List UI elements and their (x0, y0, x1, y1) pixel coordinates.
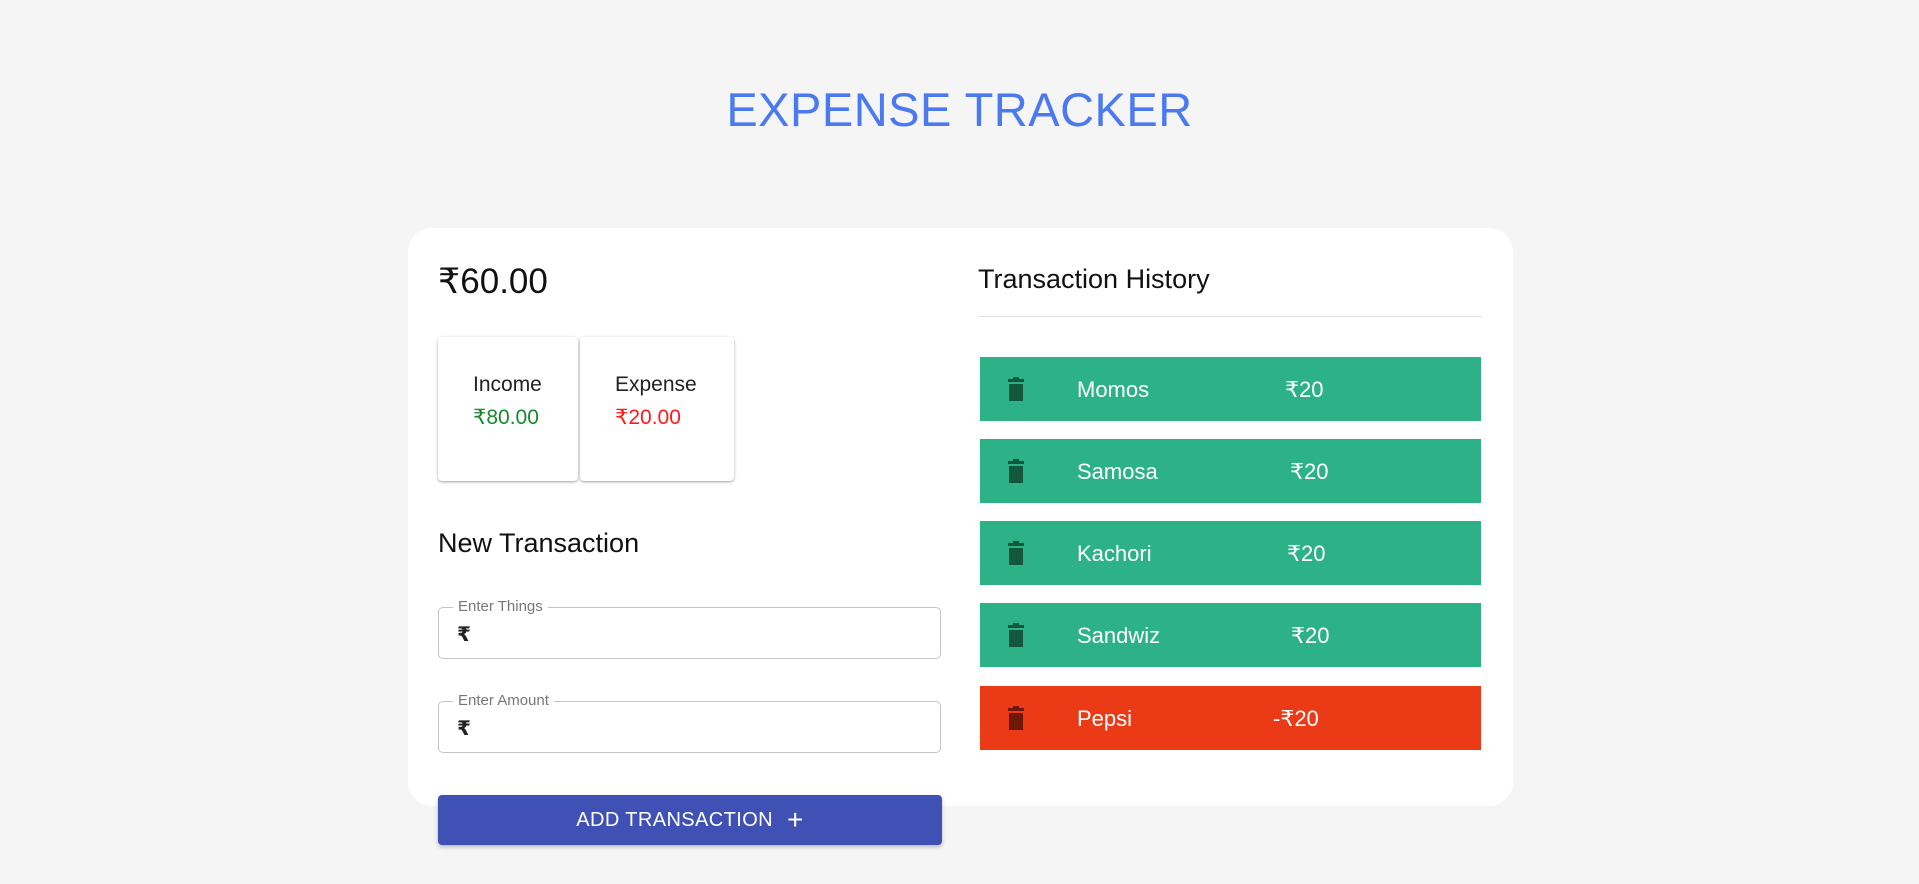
transaction-amount: -₹20 (1273, 706, 1319, 731)
trash-icon[interactable] (1006, 541, 1026, 565)
things-input[interactable] (483, 618, 927, 650)
expense-value: ₹20.00 (615, 406, 681, 429)
transaction-row: Momos ₹20 (980, 357, 1481, 421)
new-transaction-title: New Transaction (438, 528, 640, 558)
transaction-row: Kachori ₹20 (980, 521, 1481, 585)
income-value: ₹80.00 (473, 406, 539, 429)
rupee-icon: ₹ (457, 624, 471, 646)
add-transaction-label: ADD TRANSACTION (576, 808, 773, 831)
transaction-row: Samosa ₹20 (980, 439, 1481, 503)
amount-field: Enter Amount ₹ (438, 692, 941, 753)
page-title: EXPENSE TRACKER (726, 83, 1193, 136)
trash-icon[interactable] (1006, 459, 1026, 483)
transaction-name: Kachori (1077, 541, 1152, 566)
add-transaction-button[interactable]: ADD TRANSACTION + (438, 795, 942, 845)
transaction-row: Pepsi -₹20 (980, 686, 1481, 750)
balance-amount: ₹60.00 (438, 262, 548, 301)
transaction-amount: ₹20 (1291, 623, 1330, 648)
trash-icon[interactable] (1006, 706, 1026, 730)
expense-box: Expense ₹20.00 (580, 337, 734, 481)
amount-input[interactable] (483, 712, 927, 744)
transaction-amount: ₹20 (1285, 377, 1324, 402)
transaction-amount: ₹20 (1290, 459, 1329, 484)
transaction-name: Samosa (1077, 459, 1158, 484)
expense-label: Expense (615, 373, 697, 396)
rupee-icon: ₹ (457, 718, 471, 740)
trash-icon[interactable] (1006, 377, 1026, 401)
history-divider (978, 316, 1482, 317)
amount-field-label: Enter Amount (453, 692, 554, 710)
income-box: Income ₹80.00 (438, 337, 578, 481)
history-title: Transaction History (978, 264, 1210, 294)
things-field-label: Enter Things (453, 598, 548, 616)
trash-icon[interactable] (1006, 623, 1026, 647)
transaction-amount: ₹20 (1287, 541, 1326, 566)
transaction-name: Pepsi (1077, 706, 1133, 731)
transaction-name: Momos (1077, 377, 1150, 402)
things-field: Enter Things ₹ (438, 598, 941, 659)
income-label: Income (473, 373, 542, 396)
transaction-name: Sandwiz (1077, 623, 1161, 648)
plus-icon: + (787, 804, 804, 835)
transaction-row: Sandwiz ₹20 (980, 603, 1481, 667)
